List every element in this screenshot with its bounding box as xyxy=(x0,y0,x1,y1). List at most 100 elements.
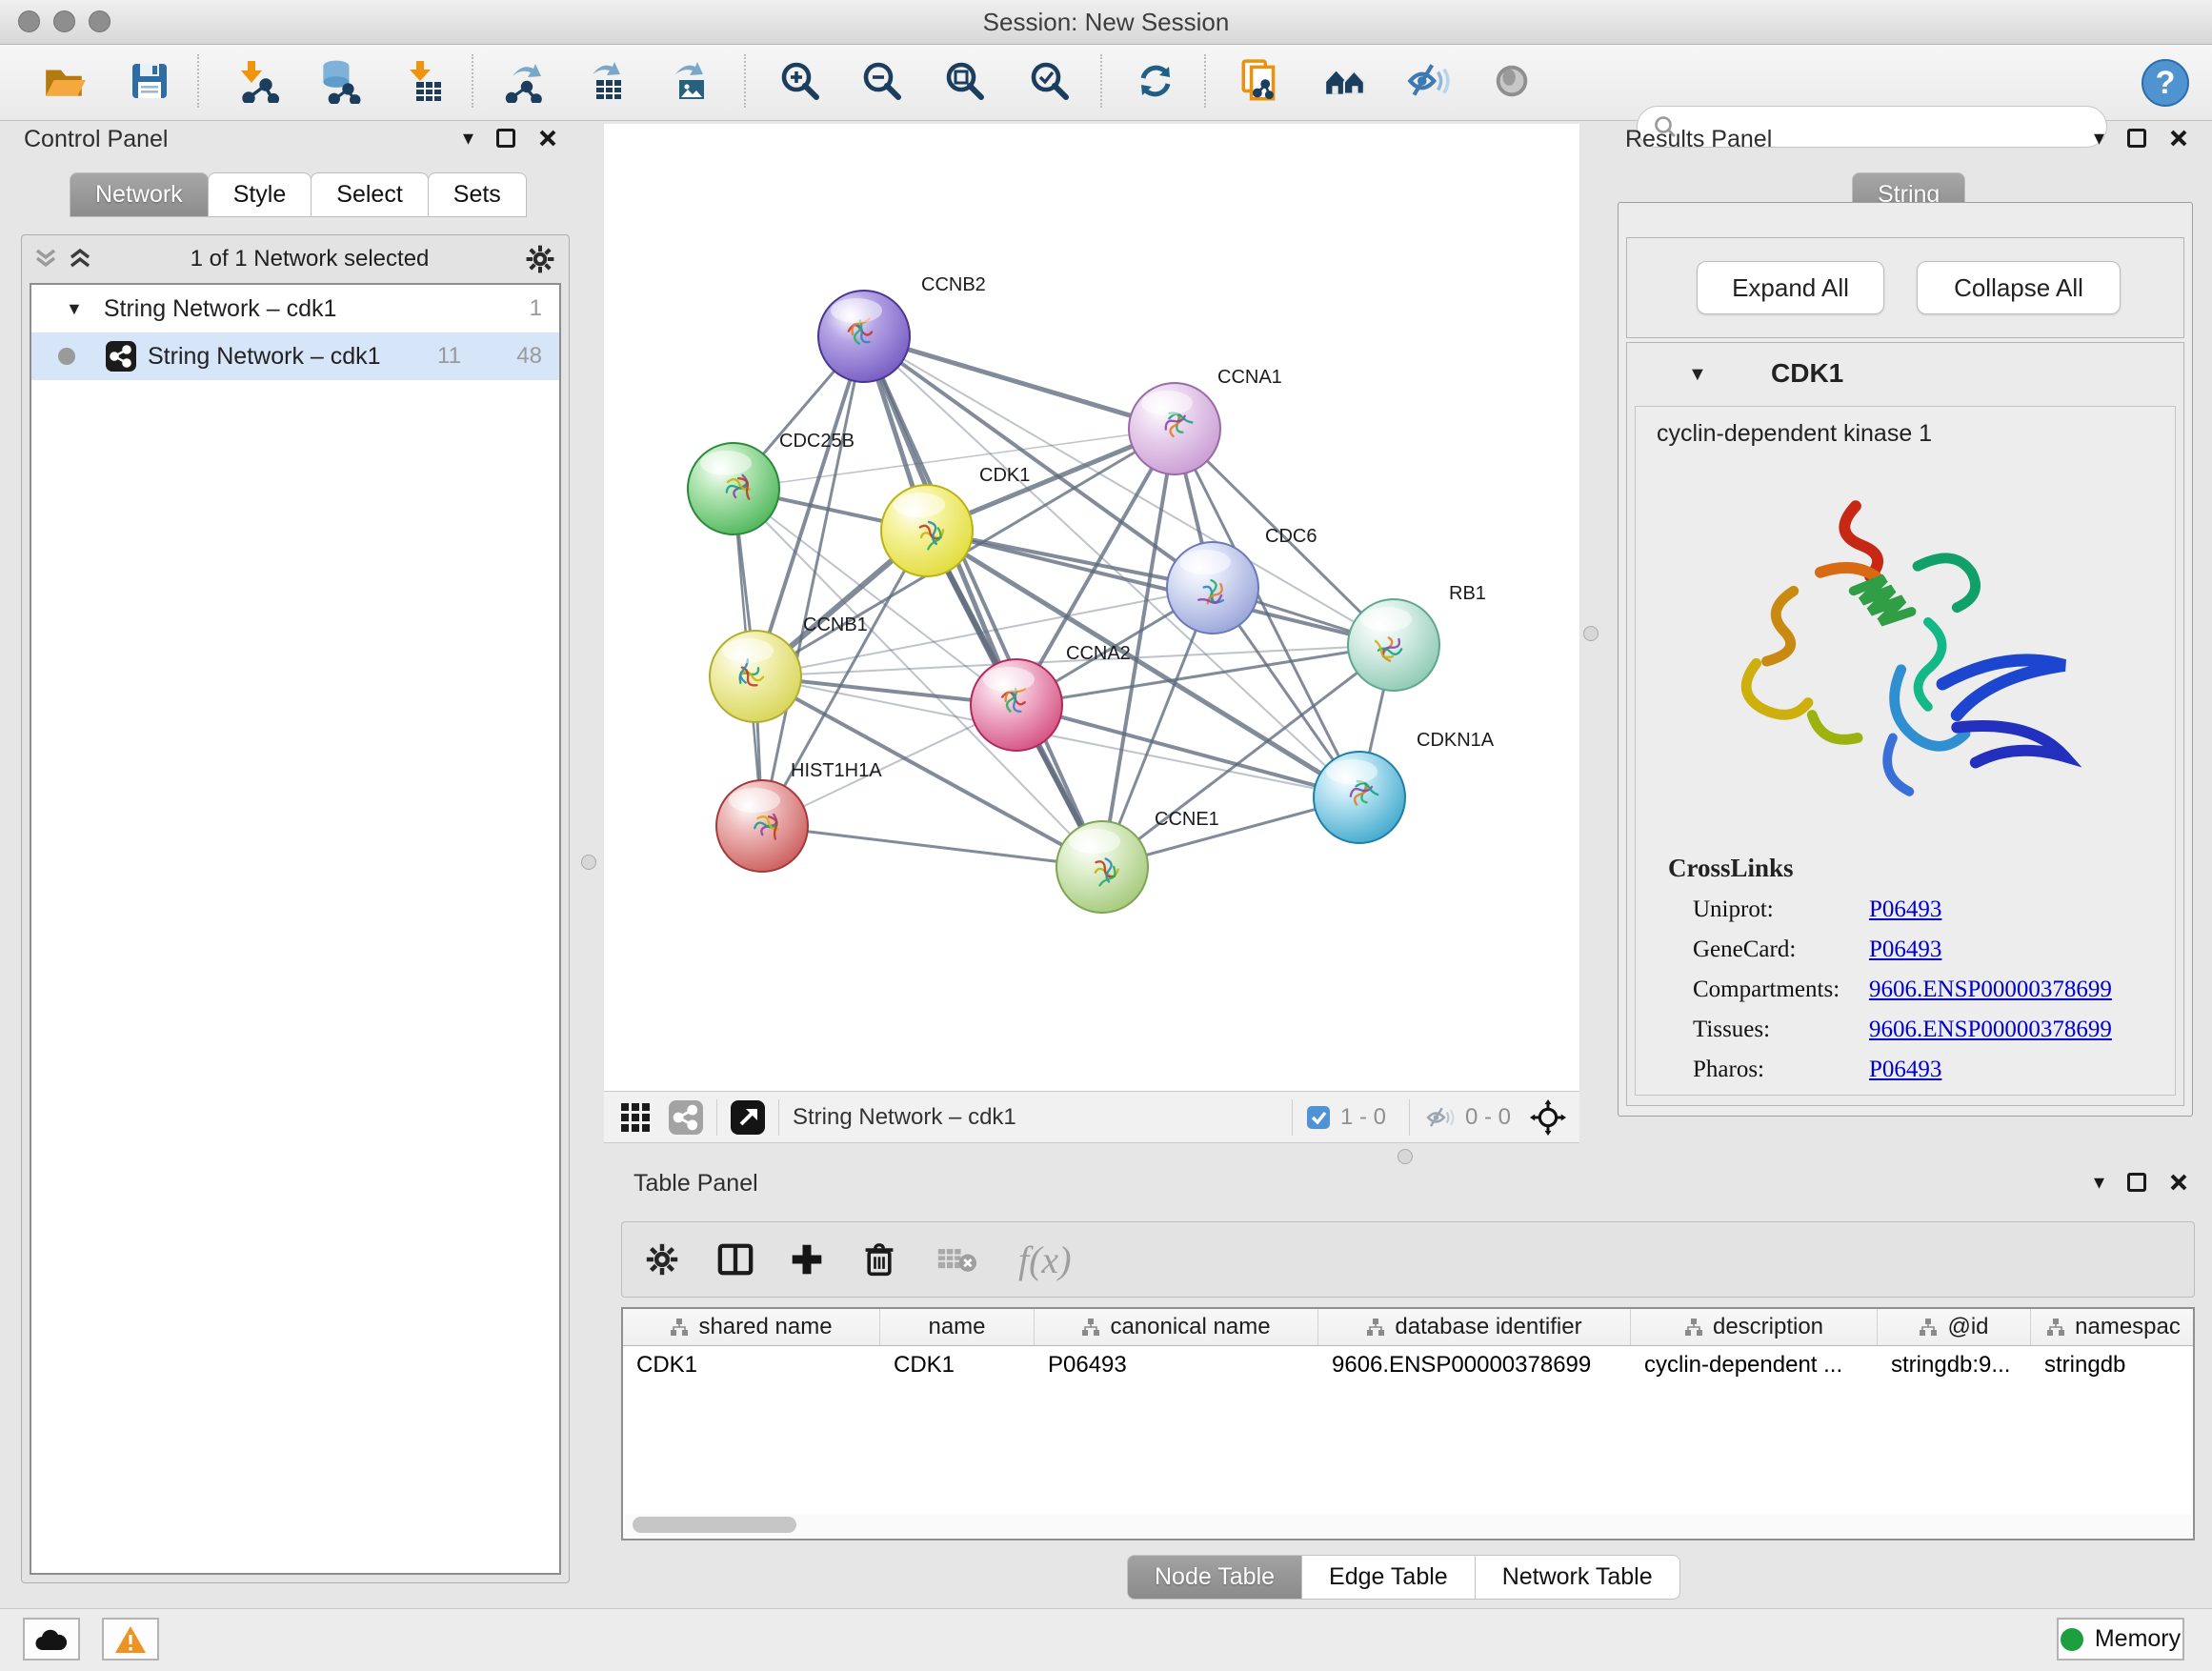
panel-float-icon[interactable] xyxy=(2127,1173,2146,1192)
crosslink-link[interactable]: 9606.ENSP00000378699 xyxy=(1869,976,2112,1003)
table-cell[interactable]: CDK1 xyxy=(623,1346,880,1384)
node-CCNE1[interactable] xyxy=(1056,821,1148,913)
expand-all-button[interactable]: Expand All xyxy=(1697,261,1884,314)
tree-expander-icon[interactable]: ▼ xyxy=(66,299,83,319)
crosslink-link[interactable]: P06493 xyxy=(1869,1057,1941,1083)
collapse-all-icon[interactable] xyxy=(31,247,60,272)
export-table-button[interactable] xyxy=(579,52,634,110)
table-cell[interactable]: P06493 xyxy=(1035,1346,1318,1384)
table-row[interactable]: CDK1CDK1P064939606.ENSP00000378699cyclin… xyxy=(623,1346,2193,1384)
gear-icon[interactable] xyxy=(525,244,555,274)
import-network-from-database-button[interactable] xyxy=(311,52,366,110)
refresh-layout-button[interactable] xyxy=(1128,52,1183,110)
node-CCNB1[interactable] xyxy=(710,631,801,722)
zoom-in-button[interactable] xyxy=(773,52,828,110)
column-header-name[interactable]: name xyxy=(880,1309,1035,1345)
import-network-from-file-button[interactable] xyxy=(231,52,286,110)
edge-CCNB2-CCNE1[interactable] xyxy=(864,336,1102,867)
show-all-button[interactable] xyxy=(1484,52,1539,110)
panel-close-icon[interactable] xyxy=(538,129,557,148)
panel-close-icon[interactable] xyxy=(2169,129,2188,148)
function-builder-fx[interactable]: f(x) xyxy=(1018,1238,1072,1282)
network-collection-row[interactable]: ▼ String Network – cdk1 1 xyxy=(31,285,559,332)
tab-edge-table[interactable]: Edge Table xyxy=(1301,1555,1476,1600)
edge-CCNB2-CCNA1[interactable] xyxy=(864,336,1175,429)
warnings-button[interactable] xyxy=(102,1618,159,1661)
node-expander-icon[interactable]: ▼ xyxy=(1688,364,1707,386)
collapse-all-button[interactable]: Collapse All xyxy=(1917,261,2121,314)
delete-table-icon[interactable] xyxy=(936,1245,976,1274)
bottom-splitter-handle[interactable] xyxy=(1398,1149,1413,1164)
table-cell[interactable]: cyclin-dependent ... xyxy=(1631,1346,1878,1384)
show-columns-icon[interactable] xyxy=(717,1241,754,1278)
expand-all-icon[interactable] xyxy=(66,247,94,272)
edge-CCNB2-HIST1H1A[interactable] xyxy=(762,336,864,826)
tab-network-table[interactable]: Network Table xyxy=(1475,1555,1680,1600)
memory-button[interactable]: Memory xyxy=(2057,1618,2184,1661)
help-button[interactable]: ? xyxy=(2138,54,2193,111)
fit-selected-crosshair-icon[interactable] xyxy=(1530,1099,1566,1136)
selected-checkbox-icon[interactable] xyxy=(1306,1105,1331,1130)
save-session-button[interactable] xyxy=(122,52,177,110)
first-neighbors-button[interactable] xyxy=(1317,52,1373,110)
cloud-button[interactable] xyxy=(23,1618,80,1661)
panel-menu-icon[interactable]: ▾ xyxy=(2094,1172,2104,1193)
left-splitter-handle[interactable] xyxy=(581,855,596,870)
node-CCNB2[interactable] xyxy=(818,291,910,382)
table-cell[interactable]: stringdb:9... xyxy=(1878,1346,2031,1384)
node-RB1[interactable] xyxy=(1348,599,1439,691)
tab-sets[interactable]: Sets xyxy=(428,172,527,217)
column-header-database-identifier[interactable]: database identifier xyxy=(1318,1309,1631,1345)
network-view-canvas[interactable]: CCNB2CCNA1CDC25BCDK1CDC6RB1CCNB1CCNA2CDK… xyxy=(604,124,1579,1091)
birdseye-view-icon[interactable] xyxy=(731,1100,765,1135)
right-splitter-handle[interactable] xyxy=(1583,626,1599,641)
zoom-out-button[interactable] xyxy=(855,52,910,110)
delete-column-trash-icon[interactable] xyxy=(862,1242,896,1277)
tab-network[interactable]: Network xyxy=(70,172,209,217)
node-CCNA1[interactable] xyxy=(1129,383,1220,474)
node-CDC25B[interactable] xyxy=(688,443,779,534)
node-CDKN1A[interactable] xyxy=(1314,752,1405,843)
panel-float-icon[interactable] xyxy=(496,129,515,148)
export-network-button[interactable] xyxy=(497,52,553,110)
tab-node-table[interactable]: Node Table xyxy=(1127,1555,1302,1600)
crosslink-link[interactable]: P06493 xyxy=(1869,936,1941,963)
column-header-canonical-name[interactable]: canonical name xyxy=(1035,1309,1318,1345)
panel-menu-icon[interactable]: ▾ xyxy=(2094,128,2104,149)
column-header--id[interactable]: @id xyxy=(1878,1309,2031,1345)
edge-HIST1H1A-CCNE1[interactable] xyxy=(762,826,1102,867)
node-HIST1H1A[interactable] xyxy=(716,780,808,872)
panel-float-icon[interactable] xyxy=(2127,129,2146,148)
table-hscrollbar[interactable] xyxy=(625,1514,2191,1537)
tab-select[interactable]: Select xyxy=(311,172,428,217)
crosslink-link[interactable]: 9606.ENSP00000378699 xyxy=(1869,1017,2112,1043)
node-CCNA2[interactable] xyxy=(971,659,1062,751)
crosslink-link[interactable]: P06493 xyxy=(1869,896,1941,923)
zoom-selected-button[interactable] xyxy=(1022,52,1077,110)
clone-network-button[interactable] xyxy=(1233,52,1288,110)
panel-menu-icon[interactable]: ▾ xyxy=(463,128,473,149)
import-table-from-file-button[interactable] xyxy=(397,52,452,110)
tab-style[interactable]: Style xyxy=(208,172,312,217)
hidden-eye-icon[interactable] xyxy=(1423,1104,1456,1131)
open-session-button[interactable] xyxy=(37,52,92,110)
node-CDK1[interactable] xyxy=(881,485,973,576)
hide-selected-button[interactable] xyxy=(1399,52,1455,110)
network-row[interactable]: String Network – cdk1 11 48 xyxy=(31,332,559,380)
add-column-plus-icon[interactable] xyxy=(790,1242,824,1277)
grid-view-icon[interactable] xyxy=(619,1101,652,1134)
column-header-namespac[interactable]: namespac xyxy=(2031,1309,2195,1345)
export-image-button[interactable] xyxy=(662,52,717,110)
zoom-fit-button[interactable] xyxy=(937,52,993,110)
table-cell[interactable]: stringdb xyxy=(2031,1346,2195,1384)
network-view-icon[interactable] xyxy=(669,1100,703,1135)
panel-close-icon[interactable] xyxy=(2169,1173,2188,1192)
column-header-shared-name[interactable]: shared name xyxy=(623,1309,880,1345)
node-CDC6[interactable] xyxy=(1167,542,1258,634)
hscrollbar-thumb[interactable] xyxy=(633,1517,796,1533)
table-cell[interactable]: CDK1 xyxy=(880,1346,1035,1384)
table-cell[interactable]: 9606.ENSP00000378699 xyxy=(1318,1346,1631,1384)
edge-CCNA2-CDKN1A[interactable] xyxy=(1016,705,1359,797)
column-header-description[interactable]: description xyxy=(1631,1309,1878,1345)
table-settings-gear-icon[interactable] xyxy=(645,1242,679,1277)
